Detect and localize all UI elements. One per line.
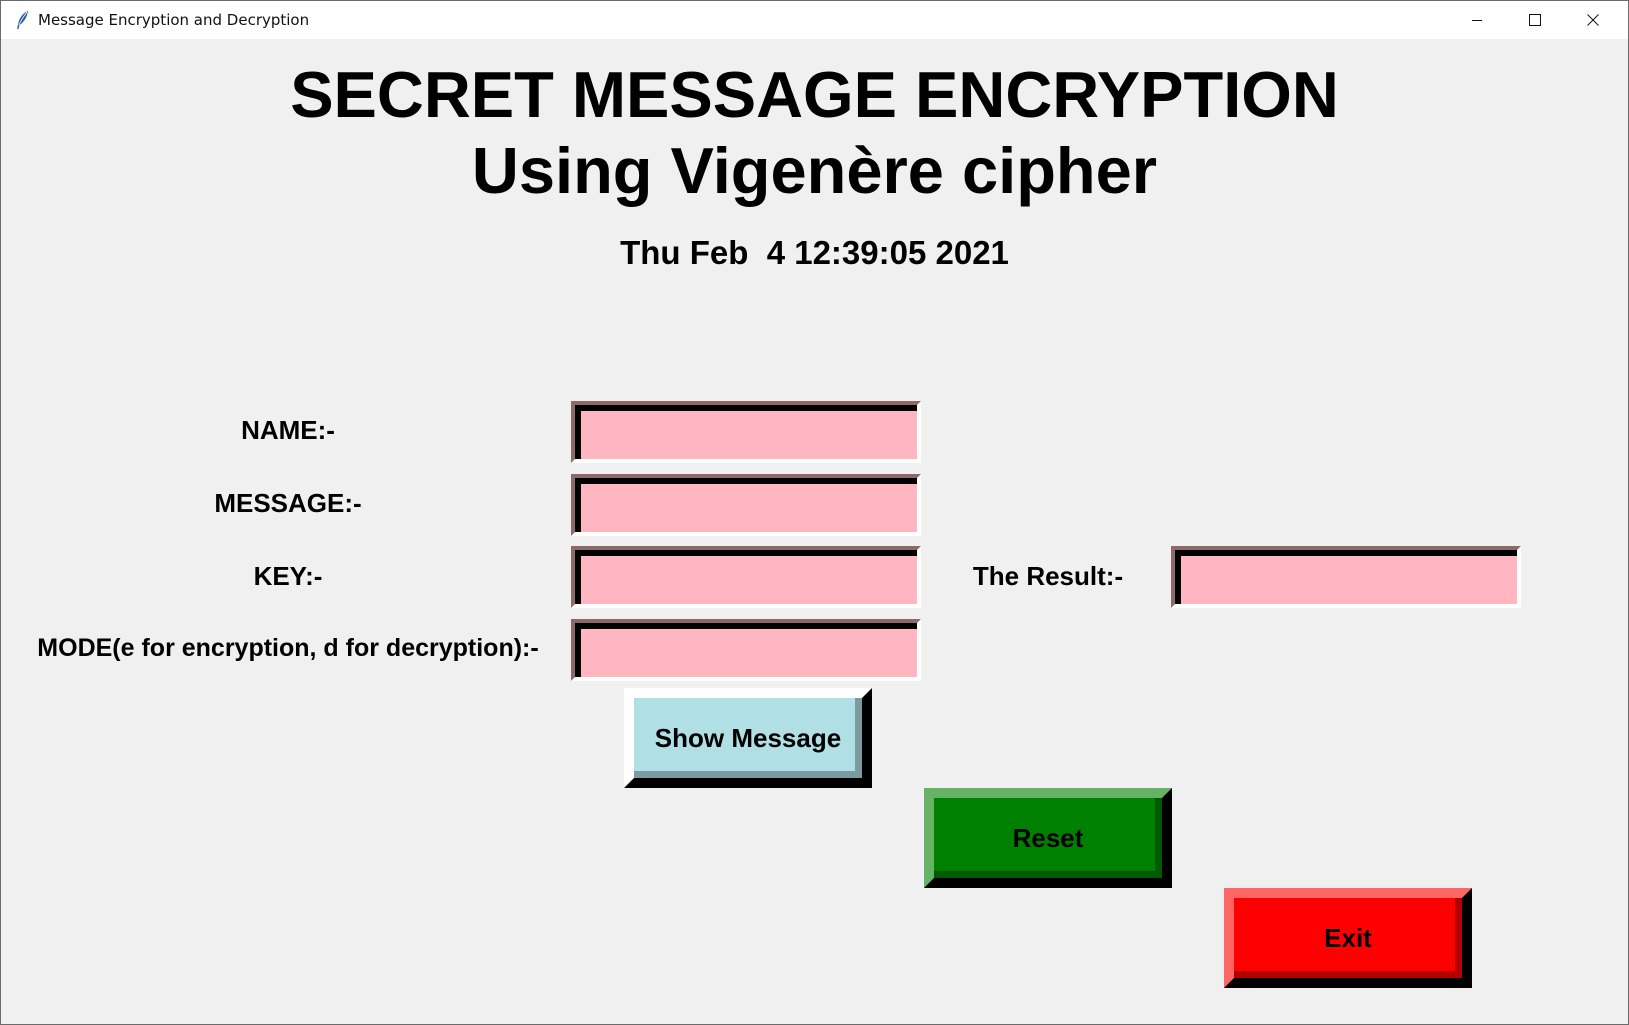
page-subtitle: Using Vigenère cipher — [471, 134, 1158, 207]
client-area: SECRET MESSAGE ENCRYPTION Using Vigenère… — [1, 39, 1628, 1024]
key-entry-frame — [571, 546, 921, 608]
show-message-button[interactable]: Show Message — [624, 688, 872, 788]
mode-entry-frame — [571, 619, 921, 681]
window-title: Message Encryption and Decryption — [38, 11, 310, 29]
name-entry-frame — [571, 401, 921, 463]
message-input[interactable] — [575, 478, 917, 532]
name-label: NAME:- — [241, 415, 335, 445]
mode-label: MODE(e for encryption, d for decryption)… — [37, 634, 539, 662]
reset-button[interactable]: Reset — [924, 788, 1172, 888]
message-label: MESSAGE:- — [214, 488, 362, 518]
app-window: Message Encryption and Decryption SECRET… — [0, 0, 1629, 1025]
close-icon — [1587, 14, 1599, 26]
result-label: The Result:- — [972, 561, 1124, 591]
datetime-label: Thu Feb 4 12:39:05 2021 — [620, 234, 1009, 271]
message-entry-frame — [571, 474, 921, 536]
result-output[interactable] — [1175, 550, 1517, 604]
page-title: SECRET MESSAGE ENCRYPTION — [290, 58, 1339, 131]
minimize-icon — [1471, 14, 1483, 26]
minimize-button[interactable] — [1448, 1, 1506, 39]
maximize-icon — [1529, 14, 1541, 26]
close-button[interactable] — [1564, 1, 1622, 39]
result-entry-frame — [1171, 546, 1521, 608]
key-input[interactable] — [575, 550, 917, 604]
exit-button[interactable]: Exit — [1224, 888, 1472, 988]
mode-input[interactable] — [575, 623, 917, 677]
maximize-button[interactable] — [1506, 1, 1564, 39]
title-bar[interactable]: Message Encryption and Decryption — [1, 1, 1628, 39]
key-label: KEY:- — [253, 561, 323, 591]
feather-icon — [15, 10, 31, 30]
name-input[interactable] — [575, 405, 917, 459]
